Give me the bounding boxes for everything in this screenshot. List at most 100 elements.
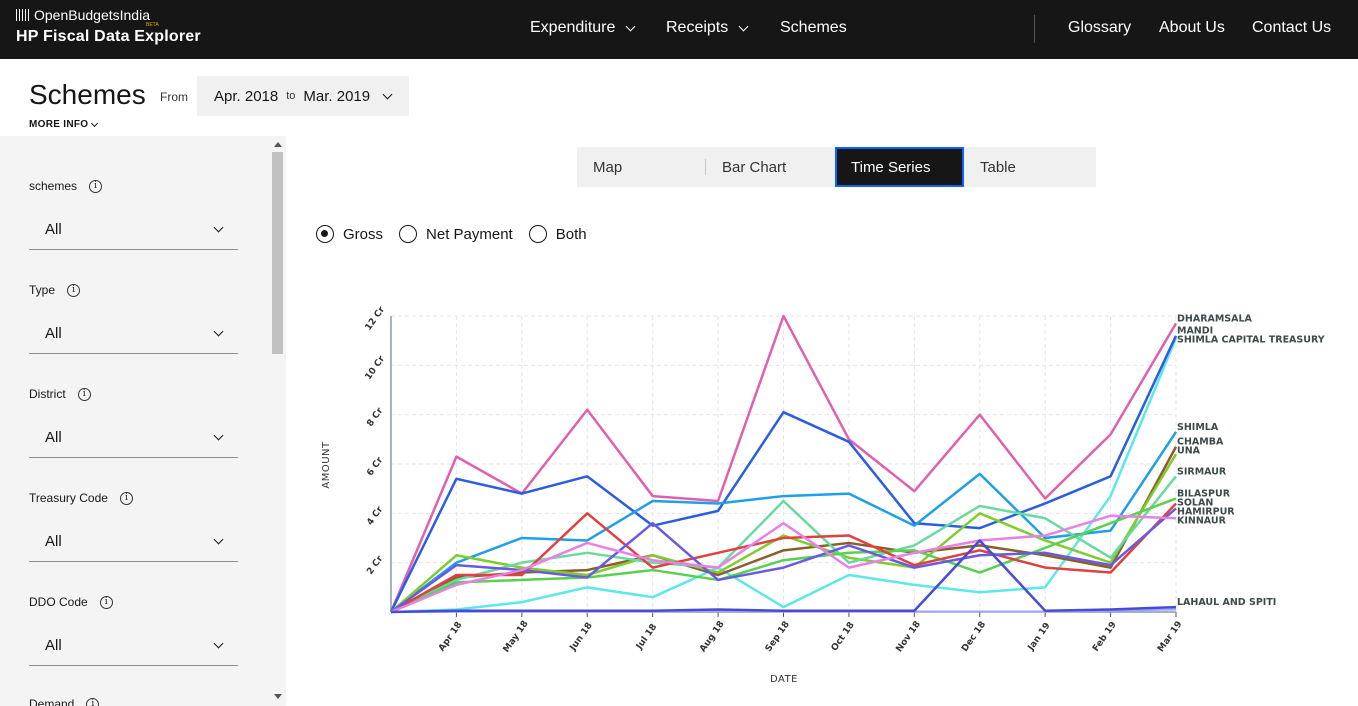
chevron-down-icon — [382, 89, 393, 99]
series-end-label: SIRMAUR — [1177, 466, 1227, 477]
y-tick-label: 4 Cr — [365, 504, 385, 527]
y-tick-label: 2 Cr — [365, 554, 385, 577]
brand-bars-icon — [16, 9, 30, 21]
info-icon[interactable]: i — [119, 491, 133, 505]
select-value: All — [45, 429, 62, 446]
nav-label: Contact Us — [1252, 19, 1332, 36]
schemes-select[interactable]: All — [29, 210, 238, 250]
chevron-down-icon — [625, 21, 636, 31]
date-from: Apr. 2018 — [214, 87, 279, 105]
filter-label: DDO Code — [29, 595, 88, 609]
filter-label: Type — [29, 283, 56, 297]
nav-label: Receipts — [666, 19, 729, 36]
nav-schemes[interactable]: Schemes — [780, 19, 847, 37]
page-title: Schemes — [29, 79, 146, 110]
nav-divider — [1034, 15, 1035, 43]
select-value: All — [45, 637, 62, 654]
y-tick-label: 8 Cr — [365, 406, 385, 429]
x-tick-label: Oct 18 — [830, 620, 857, 653]
page-header: Schemes From Apr. 2018 to Mar. 2019 MORE… — [0, 59, 1358, 136]
from-label: From — [160, 90, 188, 104]
y-tick-label: 12 Cr — [364, 305, 388, 333]
nav-expenditure[interactable]: Expenditure — [530, 19, 636, 37]
filter-district: District i All — [29, 386, 238, 458]
filter-ddo-code: DDO Code i All — [29, 594, 238, 666]
series-end-label: KINNAUR — [1177, 516, 1227, 527]
brand-name: OpenBudgetsIndia — [34, 7, 150, 23]
date-to-label: to — [286, 90, 296, 102]
info-icon[interactable]: i — [86, 697, 100, 706]
chevron-down-icon — [738, 21, 749, 31]
scrollbar-thumb[interactable] — [272, 152, 283, 354]
more-info-toggle[interactable]: MORE INFO — [29, 119, 99, 130]
district-select[interactable]: All — [29, 418, 238, 458]
x-tick-label: Aug 18 — [698, 619, 727, 654]
series-end-label: LAHAUL AND SPITI — [1177, 597, 1276, 608]
y-axis-title: AMOUNT — [321, 441, 332, 489]
time-series-chart: 2 Cr 4 Cr 6 Cr 8 Cr 10 Cr 12 Cr Apr 18 May 18 Ju… — [321, 305, 1325, 685]
filter-demand: Demand i — [29, 696, 238, 706]
filter-label: schemes — [29, 179, 78, 193]
info-icon[interactable]: i — [67, 283, 81, 297]
filter-label: Demand — [29, 697, 75, 706]
x-tick-label: Jul 18 — [634, 622, 659, 652]
nav-contact-us[interactable]: Contact Us — [1252, 19, 1331, 37]
filter-label: Treasury Code — [29, 491, 108, 505]
nav-glossary[interactable]: Glossary — [1068, 19, 1131, 37]
filter-type: Type i All — [29, 282, 238, 354]
treasury-code-select[interactable]: All — [29, 522, 238, 562]
info-icon[interactable]: i — [77, 387, 91, 401]
chevron-down-icon — [213, 430, 224, 441]
info-icon[interactable]: i — [99, 595, 113, 609]
filter-schemes: schemes i All — [29, 178, 238, 250]
nav-label: About Us — [1159, 19, 1225, 36]
chevron-down-icon — [213, 326, 224, 337]
x-tick-label: Apr 18 — [437, 620, 464, 653]
x-tick-label: Feb 19 — [1091, 620, 1119, 654]
y-tick-label: 10 Cr — [364, 354, 388, 382]
series-end-label: SHIMLA — [1177, 422, 1219, 433]
type-select[interactable]: All — [29, 314, 238, 354]
select-value: All — [45, 533, 62, 550]
nav-receipts[interactable]: Receipts — [666, 19, 749, 37]
scroll-down-arrow-icon[interactable] — [274, 694, 282, 699]
select-value: All — [45, 221, 62, 238]
x-tick-label: Sep 18 — [764, 620, 792, 654]
date-range-picker[interactable]: Apr. 2018 to Mar. 2019 — [197, 76, 409, 116]
x-tick-label: Jun 18 — [568, 621, 595, 654]
x-tick-label: Nov 18 — [894, 620, 922, 655]
filter-label: District — [29, 387, 66, 401]
brand-logo[interactable]: OpenBudgetsIndia BETA HP Fiscal Data Exp… — [16, 6, 201, 46]
series-end-label: UNA — [1177, 446, 1201, 457]
info-icon[interactable]: i — [89, 179, 103, 193]
x-axis-title: DATE — [770, 674, 798, 685]
x-tick-label: Dec 18 — [960, 620, 988, 654]
filter-treasury-code: Treasury Code i All — [29, 490, 238, 562]
nav-label: Expenditure — [530, 19, 616, 36]
x-tick-label: Jan 19 — [1026, 621, 1053, 653]
chevron-down-icon — [213, 222, 224, 233]
app-title: HP Fiscal Data Explorer — [16, 28, 201, 45]
x-tick-label: Mar 19 — [1156, 620, 1184, 655]
chevron-down-icon — [91, 119, 99, 127]
y-tick-label: 6 Cr — [365, 455, 385, 478]
top-navigation-bar: OpenBudgetsIndia BETA HP Fiscal Data Exp… — [0, 0, 1358, 59]
date-to: Mar. 2019 — [303, 87, 371, 105]
chevron-down-icon — [213, 534, 224, 545]
select-value: All — [45, 325, 62, 342]
main-content: Map Bar Chart Time Series Table Gross Ne… — [286, 136, 1358, 706]
x-tick-label: May 18 — [502, 619, 531, 654]
beta-badge: BETA — [146, 22, 159, 28]
nav-about-us[interactable]: About Us — [1159, 19, 1225, 37]
sidebar-scrollbar[interactable] — [271, 136, 285, 706]
chevron-down-icon — [213, 638, 224, 649]
series-end-label: SHIMLA CAPITAL TREASURY — [1177, 335, 1325, 346]
scroll-up-arrow-icon[interactable] — [274, 142, 282, 147]
ddo-code-select[interactable]: All — [29, 626, 238, 666]
more-info-label: MORE INFO — [29, 119, 89, 130]
series-end-label: DHARAMSALA — [1177, 313, 1253, 324]
filter-sidebar: schemes i All Type i All District i All Tre… — [0, 136, 285, 706]
nav-label: Glossary — [1068, 19, 1132, 36]
nav-label: Schemes — [780, 19, 847, 36]
chart-series-labels: DHARAMSALAMANDISHIMLA CAPITAL TREASURYSH… — [1177, 313, 1325, 608]
